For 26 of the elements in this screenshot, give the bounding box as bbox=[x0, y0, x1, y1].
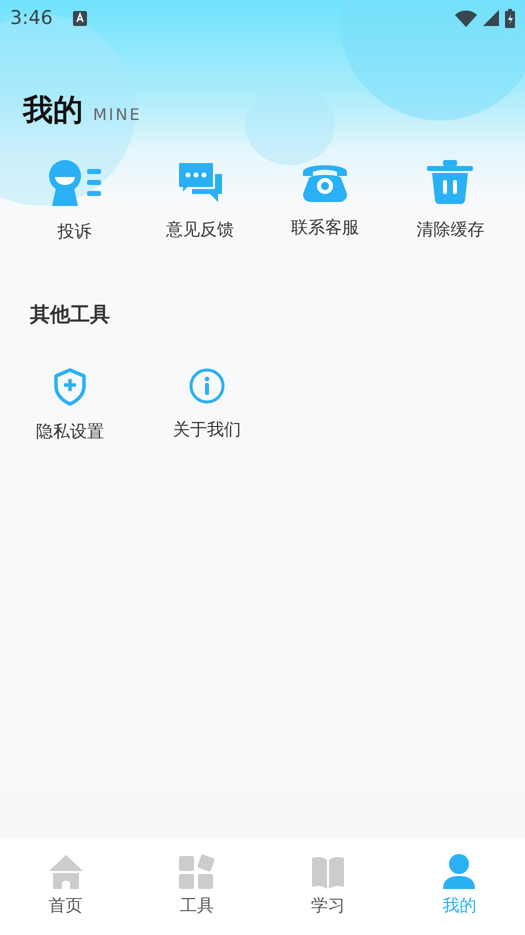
nav-tab[interactable]: 学习 bbox=[262, 838, 394, 935]
person-icon bbox=[441, 854, 478, 890]
keyboard-a-icon bbox=[72, 10, 87, 26]
page-subtitle: MINE bbox=[93, 105, 142, 124]
nav-tab[interactable]: 首页 bbox=[0, 838, 132, 935]
home-icon bbox=[48, 854, 84, 890]
section-title: 其他工具 bbox=[29, 301, 111, 328]
battery-icon bbox=[505, 8, 515, 28]
book-icon bbox=[310, 854, 346, 890]
page-title: 我的 bbox=[23, 92, 83, 130]
wifi-icon bbox=[455, 10, 477, 26]
service-label[interactable]: 联系客服 bbox=[291, 216, 360, 239]
trash-icon bbox=[427, 160, 474, 204]
service-label[interactable]: 投诉 bbox=[58, 220, 92, 243]
grid-icon bbox=[178, 854, 215, 890]
service-label[interactable]: 清除缓存 bbox=[416, 218, 484, 241]
status-time: 3:46 bbox=[10, 7, 53, 29]
nav-tab[interactable]: 工具 bbox=[131, 838, 262, 935]
signal-icon bbox=[483, 10, 499, 26]
person-list-icon bbox=[48, 160, 101, 206]
tool-label[interactable]: 隐私设置 bbox=[36, 420, 104, 443]
shield-plus-icon bbox=[53, 368, 87, 406]
chat-bubbles-icon bbox=[176, 160, 224, 204]
service-label[interactable]: 意见反馈 bbox=[166, 218, 234, 241]
tool-label[interactable]: 关于我们 bbox=[173, 418, 241, 441]
info-icon bbox=[189, 368, 225, 404]
